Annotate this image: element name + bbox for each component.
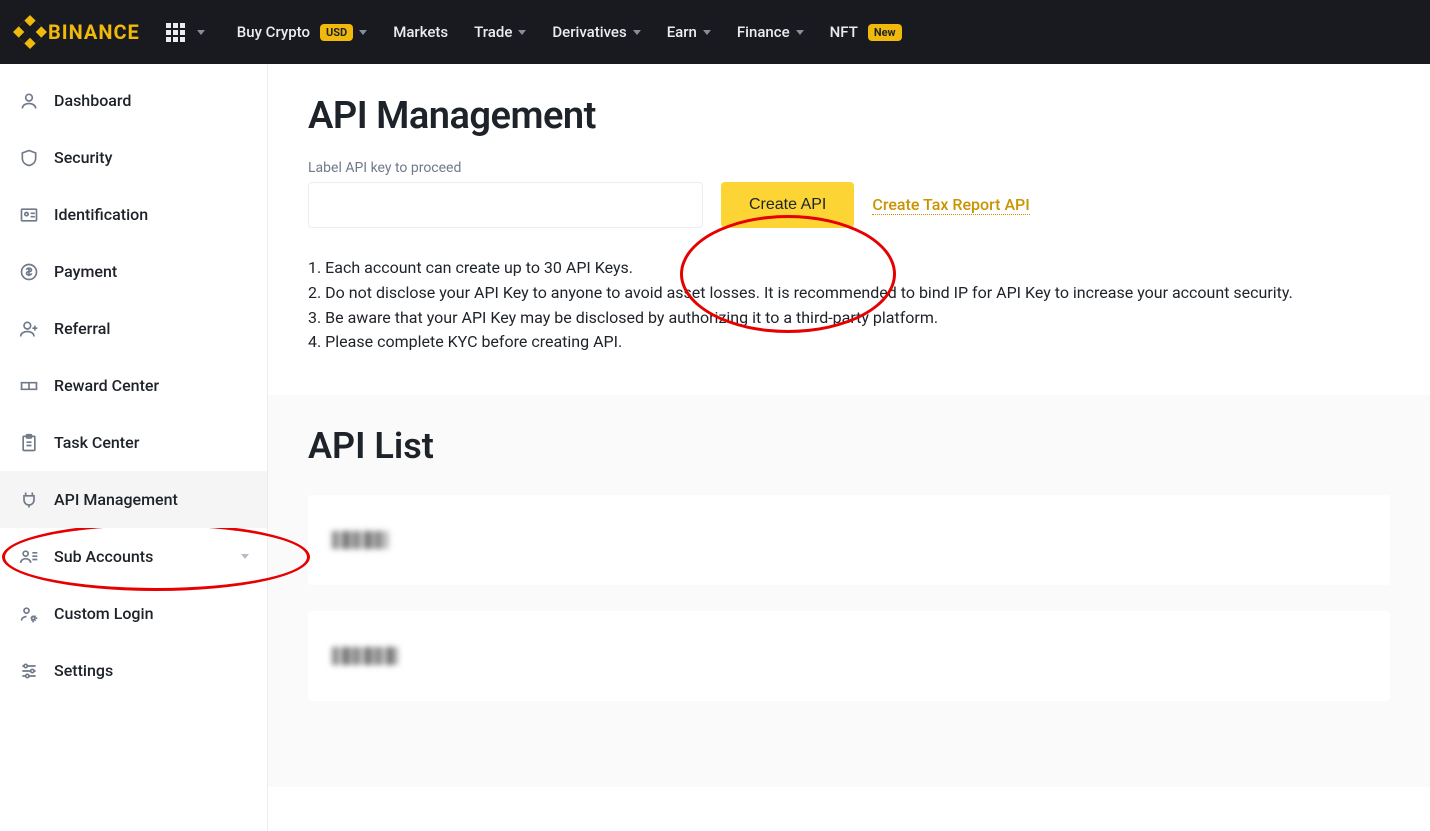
sidebar-item-label: Referral (54, 319, 110, 338)
api-management-section: API Management Label API key to proceed … (268, 64, 1430, 395)
chevron-down-icon (796, 30, 804, 35)
plug-icon (18, 489, 40, 511)
chevron-down-icon (703, 30, 711, 35)
sidebar-item-sub-accounts[interactable]: Sub Accounts (0, 528, 267, 585)
sidebar-item-identification[interactable]: Identification (0, 186, 267, 243)
chevron-down-icon (518, 30, 526, 35)
nav-label: NFT (830, 23, 858, 41)
sidebar-item-label: Identification (54, 205, 148, 224)
logo-icon (13, 15, 47, 49)
person-icon (18, 90, 40, 112)
chevron-down-icon (197, 30, 205, 35)
create-tax-report-api-link[interactable]: Create Tax Report API (872, 195, 1029, 215)
note-line: 3. Be aware that your API Key may be dis… (308, 306, 1390, 331)
api-list-title: API List (308, 425, 1390, 467)
sidebar-item-label: Custom Login (54, 604, 154, 623)
chevron-down-icon (359, 30, 367, 35)
sidebar-item-label: Dashboard (54, 91, 131, 110)
new-badge: New (868, 24, 902, 41)
nav-trade[interactable]: Trade (474, 23, 526, 41)
sidebar-item-label: Payment (54, 262, 117, 281)
note-line: 1. Each account can create up to 30 API … (308, 256, 1390, 281)
note-line: 2. Do not disclose your API Key to anyon… (308, 281, 1390, 306)
sidebar-item-referral[interactable]: Referral (0, 300, 267, 357)
page-title: API Management (308, 94, 1390, 138)
chevron-down-icon (241, 554, 249, 559)
nav-earn[interactable]: Earn (667, 23, 711, 41)
nav-label: Derivatives (552, 23, 626, 41)
sidebar-item-security[interactable]: Security (0, 129, 267, 186)
sidebar-item-dashboard[interactable]: Dashboard (0, 72, 267, 129)
nav-label: Finance (737, 23, 790, 41)
api-key-label-redacted (332, 531, 388, 549)
sidebar-item-task-center[interactable]: Task Center (0, 414, 267, 471)
api-label-field-label: Label API key to proceed (308, 160, 1390, 176)
chevron-down-icon (633, 30, 641, 35)
api-list-item[interactable] (308, 495, 1390, 585)
nav-label: Buy Crypto (237, 23, 310, 41)
sidebar-item-label: Security (54, 148, 112, 167)
layout: Dashboard Security Identification Paymen… (0, 64, 1430, 831)
api-label-input[interactable] (308, 182, 703, 228)
top-nav: BINANCE Buy Crypto USD Markets Trade Der… (0, 0, 1430, 64)
user-cog-icon (18, 603, 40, 625)
brand-name: BINANCE (48, 20, 140, 44)
ticket-icon (18, 375, 40, 397)
apps-grid-icon[interactable] (166, 23, 185, 42)
usd-badge: USD (320, 24, 353, 41)
sidebar-item-label: Settings (54, 661, 113, 680)
user-plus-icon (18, 318, 40, 340)
create-api-row: Create API Create Tax Report API (308, 182, 1390, 228)
nav-finance[interactable]: Finance (737, 23, 804, 41)
sidebar-item-label: Reward Center (54, 376, 159, 395)
nav-derivatives[interactable]: Derivatives (552, 23, 640, 41)
api-notes: 1. Each account can create up to 30 API … (308, 256, 1390, 355)
sliders-icon (18, 660, 40, 682)
clipboard-icon (18, 432, 40, 454)
nav-nft[interactable]: NFT New (830, 23, 902, 41)
user-list-icon (18, 546, 40, 568)
nav-items: Buy Crypto USD Markets Trade Derivatives… (237, 23, 902, 41)
id-card-icon (18, 204, 40, 226)
nav-label: Trade (474, 23, 512, 41)
sidebar-item-api-management[interactable]: API Management (0, 471, 267, 528)
sidebar-item-label: Task Center (54, 433, 139, 452)
nav-markets[interactable]: Markets (393, 23, 448, 41)
note-line: 4. Please complete KYC before creating A… (308, 330, 1390, 355)
nav-label: Earn (667, 23, 697, 41)
api-list-section: API List (268, 395, 1430, 787)
api-key-label-redacted (332, 647, 398, 665)
nav-buy-crypto[interactable]: Buy Crypto USD (237, 23, 367, 41)
create-api-button[interactable]: Create API (721, 182, 854, 228)
nav-label: Markets (393, 23, 448, 41)
sidebar: Dashboard Security Identification Paymen… (0, 64, 268, 831)
sidebar-item-custom-login[interactable]: Custom Login (0, 585, 267, 642)
sidebar-item-settings[interactable]: Settings (0, 642, 267, 699)
sidebar-item-label: Sub Accounts (54, 547, 153, 566)
shield-icon (18, 147, 40, 169)
api-list-item[interactable] (308, 611, 1390, 701)
main-content: API Management Label API key to proceed … (268, 64, 1430, 831)
dollar-circle-icon (18, 261, 40, 283)
brand-logo[interactable]: BINANCE (18, 20, 140, 44)
sidebar-item-label: API Management (54, 490, 178, 509)
sidebar-item-reward-center[interactable]: Reward Center (0, 357, 267, 414)
sidebar-item-payment[interactable]: Payment (0, 243, 267, 300)
